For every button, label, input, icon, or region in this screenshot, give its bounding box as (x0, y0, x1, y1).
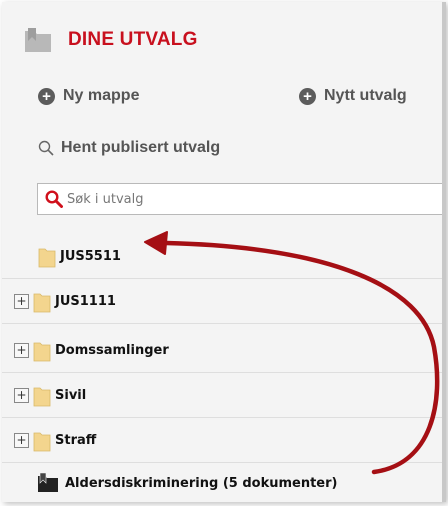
new-folder-button[interactable]: + Ny mappe (38, 87, 139, 105)
folder-label: Straff (55, 433, 97, 448)
new-folder-label: Ny mappe (63, 87, 140, 104)
search-icon (45, 190, 63, 208)
page-title: DINE UTVALG (68, 29, 198, 50)
folder-row-domssamlinger[interactable]: + Domssamlinger (2, 329, 442, 373)
expand-button[interactable]: + (14, 388, 29, 403)
search-icon (38, 140, 54, 156)
search-field[interactable] (37, 183, 442, 215)
folder-icon (38, 248, 56, 267)
plus-circle-icon: + (299, 87, 316, 105)
folder-row-sivil[interactable]: + Sivil (2, 374, 442, 418)
folder-icon (33, 432, 51, 451)
fetch-published-label: Hent publisert utvalg (61, 139, 221, 156)
selection-label: Aldersdiskriminering (5 dokumenter) (65, 475, 338, 491)
expand-button[interactable]: + (14, 343, 29, 358)
saved-selection-icon (25, 28, 51, 52)
fetch-published-button[interactable]: Hent publisert utvalg (38, 139, 220, 157)
folder-icon (33, 342, 51, 361)
panel-header: DINE UTVALG (24, 22, 198, 58)
expand-button[interactable]: + (14, 294, 29, 309)
selection-item[interactable]: Aldersdiskriminering (5 dokumenter) (2, 464, 442, 502)
new-selection-label: Nytt utvalg (324, 87, 407, 104)
folder-row-jus1111[interactable]: + JUS1111 (2, 280, 442, 324)
folder-label: Domssamlinger (55, 343, 169, 358)
folder-label: JUS5511 (60, 249, 121, 264)
folder-icon (33, 293, 51, 312)
folder-label: Sivil (55, 388, 87, 403)
search-input[interactable] (67, 191, 427, 207)
folder-icon (33, 387, 51, 406)
new-selection-button[interactable]: + Nytt utvalg (299, 87, 407, 105)
folder-row-straff[interactable]: + Straff (2, 419, 442, 463)
saved-selection-icon (38, 473, 58, 492)
folder-label: JUS1111 (55, 294, 116, 309)
plus-circle-icon: + (38, 87, 55, 105)
folder-row-jus5511[interactable]: JUS5511 (2, 235, 442, 279)
selections-panel: DINE UTVALG + Ny mappe + Nytt utvalg Hen… (2, 2, 446, 502)
expand-button[interactable]: + (14, 433, 29, 448)
